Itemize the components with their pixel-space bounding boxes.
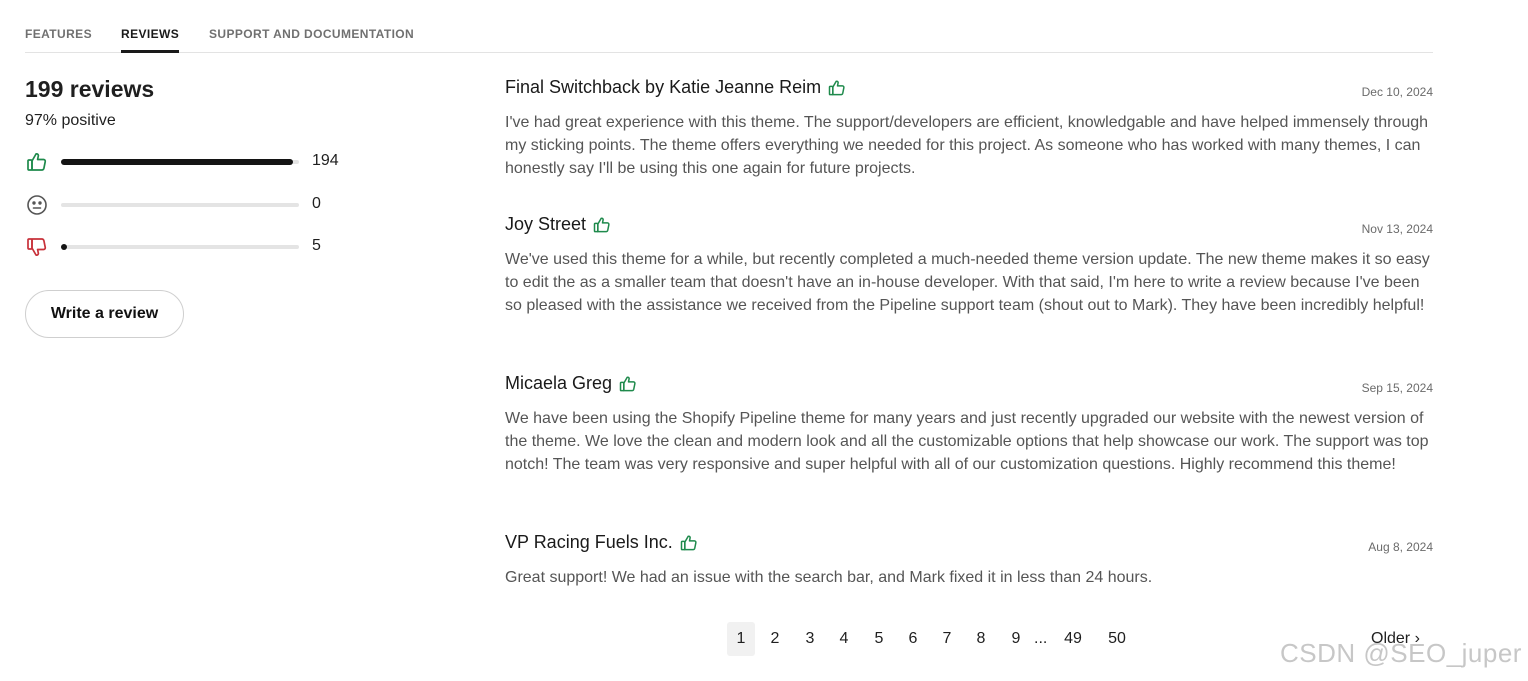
tab-bar: FEATURES REVIEWS SUPPORT AND DOCUMENTATI… xyxy=(25,0,1433,53)
rating-count-negative: 5 xyxy=(312,237,321,254)
rating-count-positive: 194 xyxy=(312,152,339,169)
review-item: Joy Street Nov 13, 2024 We've used this … xyxy=(505,214,1433,318)
review-header: Micaela Greg Sep 15, 2024 xyxy=(505,373,1433,399)
review-date: Sep 15, 2024 xyxy=(1361,381,1433,395)
rating-bar-positive xyxy=(61,159,299,165)
reviewer-name: Final Switchback by Katie Jeanne Reim xyxy=(505,77,822,97)
rating-row-neutral[interactable]: 0 xyxy=(25,193,355,217)
reviewer-name: Joy Street xyxy=(505,214,587,234)
review-header: VP Racing Fuels Inc. Aug 8, 2024 xyxy=(505,532,1433,558)
review-body: We've used this theme for a while, but r… xyxy=(505,251,1430,315)
positive-percentage: 97% positive xyxy=(25,112,116,129)
review-date: Aug 8, 2024 xyxy=(1368,540,1433,554)
review-item: Final Switchback by Katie Jeanne Reim De… xyxy=(505,77,1433,181)
neutral-face-icon xyxy=(25,193,49,217)
review-date: Nov 13, 2024 xyxy=(1361,222,1433,236)
page-link-7[interactable]: 7 xyxy=(936,622,958,656)
rating-bar-negative xyxy=(61,244,299,250)
tab-reviews[interactable]: REVIEWS xyxy=(121,27,180,53)
page-link-9[interactable]: 9 xyxy=(1005,622,1027,656)
review-item: VP Racing Fuels Inc. Aug 8, 2024 Great s… xyxy=(505,532,1433,589)
page-link-8[interactable]: 8 xyxy=(970,622,992,656)
review-item: Micaela Greg Sep 15, 2024 We have been u… xyxy=(505,373,1433,477)
rating-bar-neutral xyxy=(61,203,299,207)
page-link-5[interactable]: 5 xyxy=(868,622,890,656)
review-date: Dec 10, 2024 xyxy=(1361,85,1433,99)
tab-support-and-documentation[interactable]: SUPPORT AND DOCUMENTATION xyxy=(209,27,414,53)
thumbs-up-icon xyxy=(679,533,699,553)
page-link-50[interactable]: 50 xyxy=(1105,622,1129,656)
tab-features[interactable]: FEATURES xyxy=(25,27,92,53)
pagination-ellipsis: ... xyxy=(1034,630,1048,647)
thumbs-up-icon xyxy=(827,78,847,98)
page-link-2[interactable]: 2 xyxy=(764,622,786,656)
rating-row-positive[interactable]: 194 xyxy=(25,150,355,174)
review-count: 199 reviews xyxy=(25,76,155,102)
page-link-49[interactable]: 49 xyxy=(1061,622,1085,656)
watermark: CSDN @SEO_juper xyxy=(1280,638,1522,668)
page-link-4[interactable]: 4 xyxy=(833,622,855,656)
review-body: I've had great experience with this them… xyxy=(505,114,1429,178)
page-link-1[interactable]: 1 xyxy=(727,622,755,656)
thumbs-up-icon xyxy=(592,215,612,235)
reviewer-name: Micaela Greg xyxy=(505,373,613,393)
rating-fill xyxy=(61,159,293,165)
page-link-6[interactable]: 6 xyxy=(902,622,924,656)
review-header: Final Switchback by Katie Jeanne Reim De… xyxy=(505,77,1433,103)
review-body: Great support! We had an issue with the … xyxy=(505,569,1153,586)
write-review-button[interactable]: Write a review xyxy=(25,290,184,338)
thumbs-down-icon xyxy=(25,235,49,259)
review-body: We have been using the Shopify Pipeline … xyxy=(505,410,1429,474)
thumbs-up-icon xyxy=(618,374,638,394)
rating-fill xyxy=(61,244,67,250)
review-header: Joy Street Nov 13, 2024 xyxy=(505,214,1433,240)
page-link-3[interactable]: 3 xyxy=(799,622,821,656)
rating-count-neutral: 0 xyxy=(312,195,321,212)
rating-row-negative[interactable]: 5 xyxy=(25,235,355,259)
reviewer-name: VP Racing Fuels Inc. xyxy=(505,532,673,552)
thumbs-up-icon xyxy=(25,150,49,174)
